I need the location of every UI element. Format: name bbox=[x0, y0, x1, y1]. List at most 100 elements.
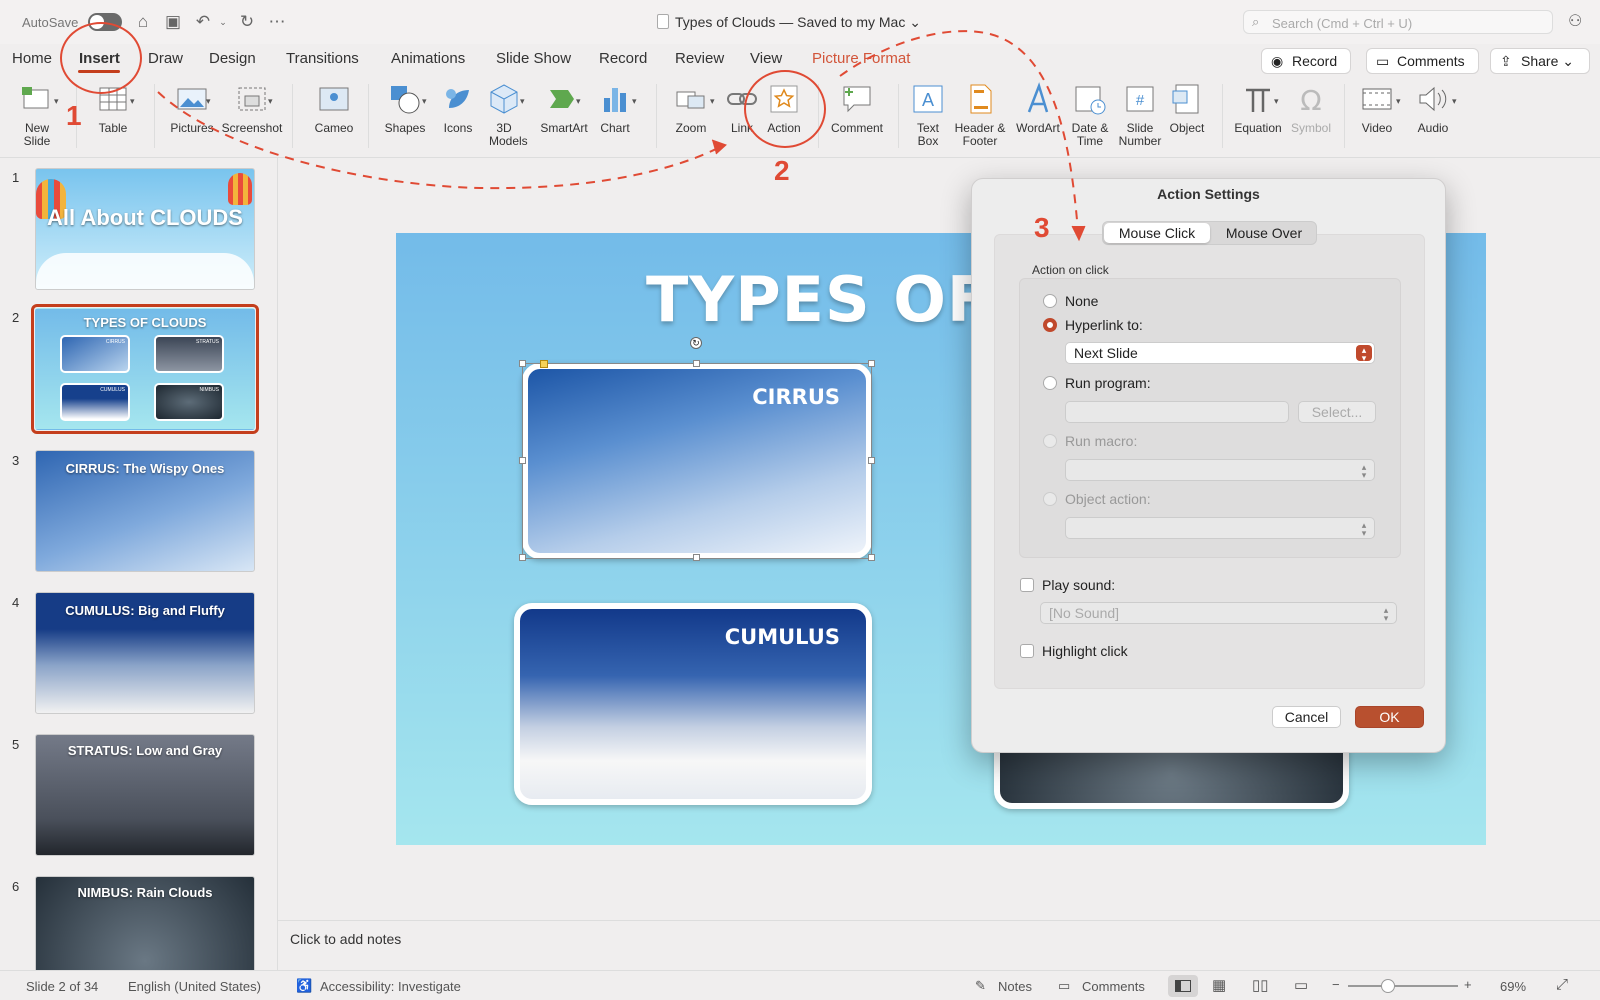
radio-run-macro[interactable] bbox=[1043, 434, 1057, 448]
tab-draw[interactable]: Draw bbox=[148, 50, 183, 67]
chevron-down-icon[interactable]: ▾ bbox=[1274, 96, 1279, 107]
object-button[interactable]: Object bbox=[1164, 82, 1210, 135]
zoom-in-icon[interactable]: + bbox=[1464, 977, 1472, 992]
slide-sorter-icon[interactable]: ▦ bbox=[1212, 976, 1226, 994]
resize-handle[interactable] bbox=[868, 554, 875, 561]
undo-icon[interactable]: ↶ bbox=[192, 11, 214, 33]
new-slide-button[interactable]: New Slide bbox=[12, 82, 62, 148]
select-program-button[interactable]: Select... bbox=[1298, 401, 1376, 423]
radio-run-program[interactable] bbox=[1043, 376, 1057, 390]
icons-button[interactable]: Icons bbox=[434, 82, 482, 135]
zoom-out-icon[interactable]: − bbox=[1332, 977, 1340, 992]
zoom-level[interactable]: 69% bbox=[1500, 979, 1526, 994]
ok-button[interactable]: OK bbox=[1355, 706, 1424, 728]
object-action-select[interactable]: ▴ ▾ bbox=[1065, 517, 1375, 539]
chart-button[interactable]: Chart bbox=[592, 82, 638, 135]
reading-view-icon[interactable]: ▯▯ bbox=[1252, 976, 1269, 994]
tab-design[interactable]: Design bbox=[209, 50, 256, 67]
tab-transitions[interactable]: Transitions bbox=[286, 50, 359, 67]
record-button[interactable]: ◉ Record bbox=[1261, 48, 1351, 74]
tab-record[interactable]: Record bbox=[599, 50, 647, 67]
slide-thumbnail-3[interactable]: CIRRUS: The Wispy Ones bbox=[35, 450, 255, 572]
3d-models-button[interactable]: 3D Models bbox=[480, 82, 528, 148]
zoom-slider-thumb[interactable] bbox=[1381, 979, 1395, 993]
text-box-button[interactable]: A Text Box bbox=[908, 82, 948, 148]
option-run-program-label[interactable]: Run program: bbox=[1065, 375, 1151, 391]
corner-radius-handle[interactable] bbox=[540, 360, 548, 368]
zoom-button[interactable]: Zoom bbox=[668, 82, 714, 135]
document-title[interactable]: Types of Clouds — Saved to my Mac ⌄ bbox=[675, 14, 921, 31]
symbol-button[interactable]: Ω Symbol bbox=[1286, 82, 1336, 135]
tab-slide-show[interactable]: Slide Show bbox=[496, 50, 571, 67]
chevron-down-icon[interactable]: ▾ bbox=[130, 96, 135, 107]
macro-select[interactable]: ▴ ▾ bbox=[1065, 459, 1375, 481]
radio-none[interactable] bbox=[1043, 294, 1057, 308]
highlight-click-checkbox[interactable] bbox=[1020, 644, 1034, 658]
hyperlink-select[interactable]: Next Slide ▴ ▾ bbox=[1065, 342, 1375, 364]
tab-mouse-over[interactable]: Mouse Over bbox=[1211, 223, 1317, 243]
notes-pane[interactable]: Click to add notes bbox=[278, 920, 1600, 970]
chevron-down-icon[interactable]: ▾ bbox=[520, 96, 525, 107]
redo-icon[interactable]: ↻ bbox=[236, 11, 258, 33]
resize-handle[interactable] bbox=[519, 360, 526, 367]
more-icon[interactable]: ⋯ bbox=[266, 11, 288, 33]
tab-mouse-click[interactable]: Mouse Click bbox=[1104, 223, 1210, 243]
shapes-button[interactable]: Shapes bbox=[378, 82, 432, 135]
program-path-field[interactable] bbox=[1065, 401, 1289, 423]
pictures-button[interactable]: Pictures bbox=[164, 82, 220, 135]
share-people-icon[interactable]: ⚇ bbox=[1568, 11, 1582, 31]
save-icon[interactable]: ▣ bbox=[162, 11, 184, 33]
comments-toggle[interactable]: Comments bbox=[1082, 979, 1145, 994]
radio-object-action[interactable] bbox=[1043, 492, 1057, 506]
play-sound-checkbox[interactable] bbox=[1020, 578, 1034, 592]
language-indicator[interactable]: English (United States) bbox=[128, 979, 261, 994]
zoom-slider[interactable] bbox=[1348, 985, 1458, 987]
notes-placeholder[interactable]: Click to add notes bbox=[290, 931, 401, 947]
slide-number-button[interactable]: # Slide Number bbox=[1114, 82, 1166, 148]
resize-handle[interactable] bbox=[868, 457, 875, 464]
accessibility-status[interactable]: Accessibility: Investigate bbox=[320, 979, 461, 994]
wordart-button[interactable]: WordArt bbox=[1012, 82, 1064, 135]
tab-view[interactable]: View bbox=[750, 50, 782, 67]
chevron-down-icon[interactable]: ▾ bbox=[54, 96, 59, 107]
notes-toggle[interactable]: Notes bbox=[998, 979, 1032, 994]
video-button[interactable]: Video bbox=[1352, 82, 1402, 135]
slide-thumbnail-5[interactable]: STRATUS: Low and Gray bbox=[35, 734, 255, 856]
chevron-down-icon[interactable]: ▾ bbox=[632, 96, 637, 107]
share-button[interactable]: ⇪ Share ⌄ bbox=[1490, 48, 1590, 74]
option-none-label[interactable]: None bbox=[1065, 293, 1098, 309]
tab-picture-format[interactable]: Picture Format bbox=[812, 50, 910, 67]
chevron-down-icon[interactable]: ▾ bbox=[268, 96, 273, 107]
chevron-down-icon[interactable]: ▾ bbox=[710, 96, 715, 107]
slide-title[interactable]: TYPES OF bbox=[646, 263, 990, 336]
cumulus-picture[interactable]: CUMULUS bbox=[514, 603, 872, 805]
date-time-button[interactable]: Date & Time bbox=[1064, 82, 1116, 148]
tab-animations[interactable]: Animations bbox=[391, 50, 465, 67]
resize-handle[interactable] bbox=[519, 457, 526, 464]
play-sound-label[interactable]: Play sound: bbox=[1042, 577, 1115, 593]
resize-handle[interactable] bbox=[693, 554, 700, 561]
resize-handle[interactable] bbox=[519, 554, 526, 561]
chevron-down-icon[interactable]: ▾ bbox=[1396, 96, 1401, 107]
chevron-down-icon[interactable]: ▾ bbox=[422, 96, 427, 107]
slide-thumbnail-1[interactable]: All About CLOUDS bbox=[35, 168, 255, 290]
equation-button[interactable]: Equation bbox=[1230, 82, 1286, 135]
comments-button[interactable]: ▭ Comments bbox=[1366, 48, 1479, 74]
chevron-down-icon[interactable]: ▾ bbox=[576, 96, 581, 107]
radio-hyperlink[interactable] bbox=[1043, 318, 1057, 332]
cameo-button[interactable]: Cameo bbox=[306, 82, 362, 135]
chevron-down-icon[interactable]: ▾ bbox=[206, 96, 211, 107]
slide-thumbnail-6[interactable]: NIMBUS: Rain Clouds bbox=[35, 876, 255, 970]
audio-button[interactable]: Audio bbox=[1410, 82, 1456, 135]
slide-thumbnail-4[interactable]: CUMULUS: Big and Fluffy bbox=[35, 592, 255, 714]
smartart-button[interactable]: SmartArt bbox=[534, 82, 594, 135]
home-icon[interactable]: ⌂ bbox=[132, 11, 154, 33]
comment-button[interactable]: Comment bbox=[826, 82, 888, 135]
sound-select[interactable]: [No Sound] ▴ ▾ bbox=[1040, 602, 1397, 624]
chevron-down-icon[interactable]: ▾ bbox=[1452, 96, 1457, 107]
tab-home[interactable]: Home bbox=[12, 50, 52, 67]
fit-to-window-icon[interactable]: ⤢ bbox=[1556, 976, 1568, 993]
tab-review[interactable]: Review bbox=[675, 50, 724, 67]
resize-handle[interactable] bbox=[868, 360, 875, 367]
rotate-handle-icon[interactable]: ↻ bbox=[690, 337, 702, 349]
